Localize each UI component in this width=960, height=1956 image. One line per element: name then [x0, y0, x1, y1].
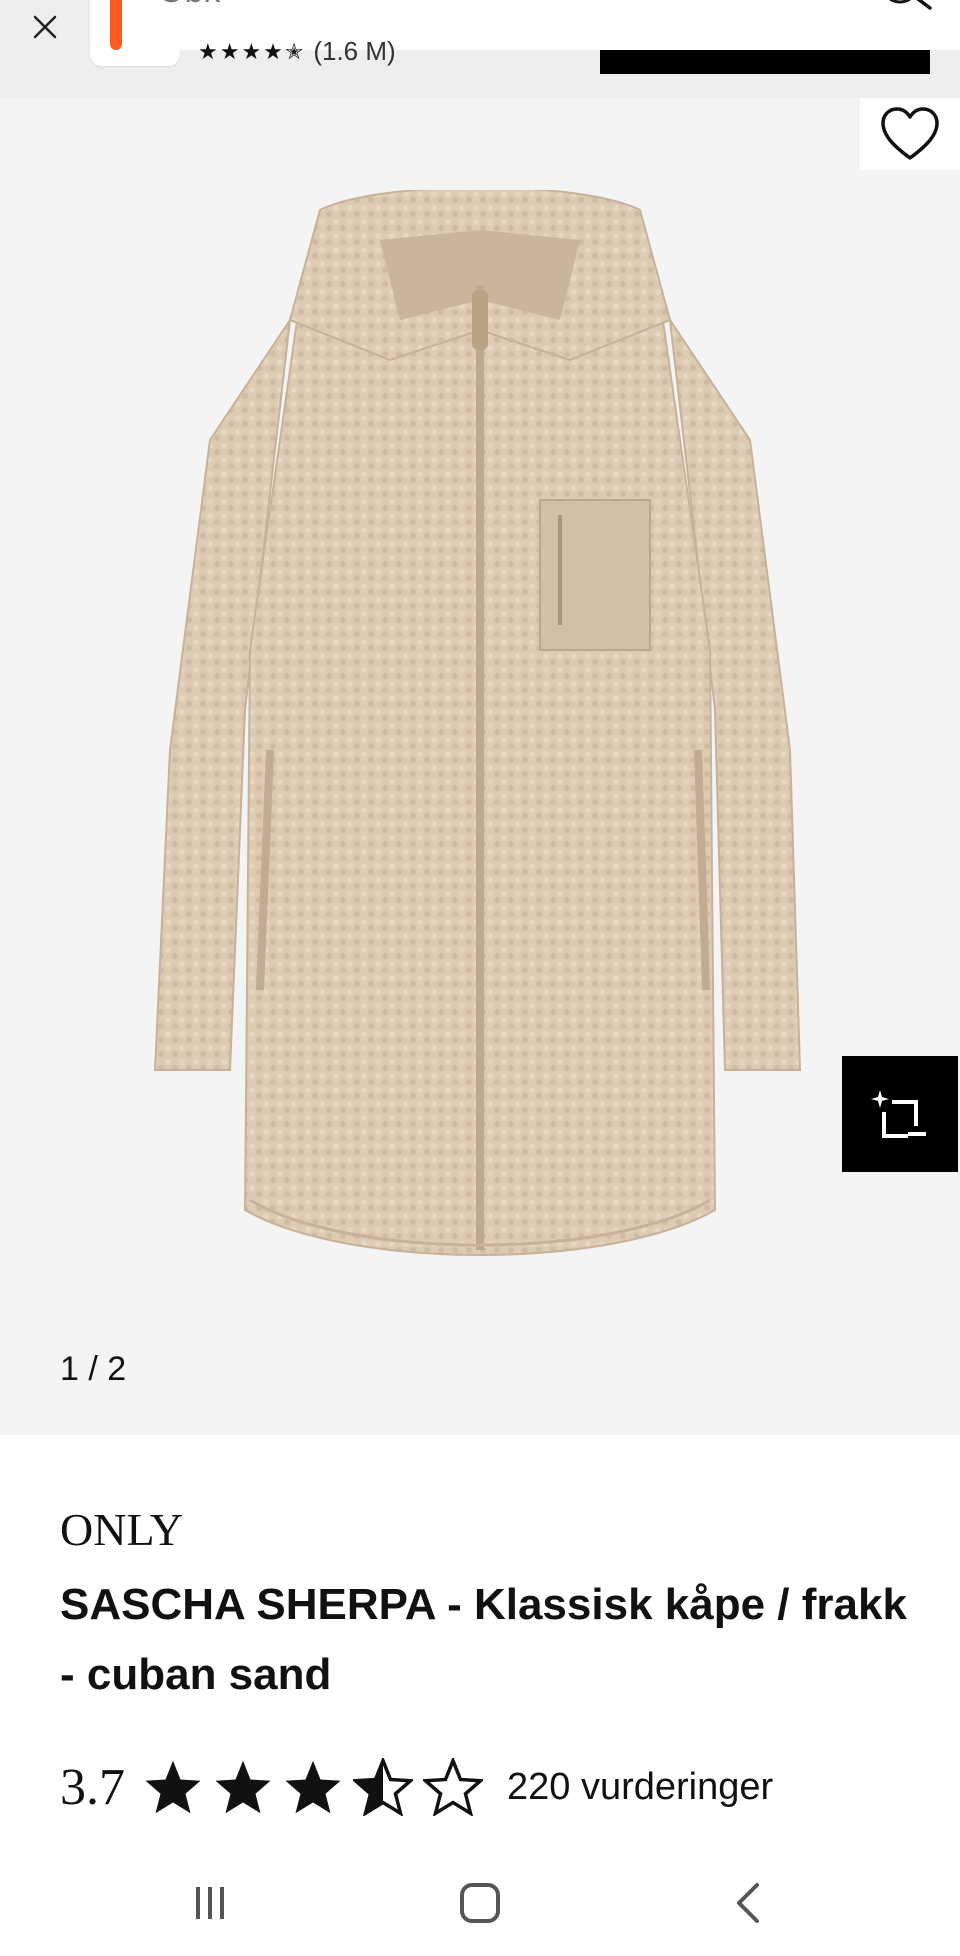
star-empty-icon	[423, 1758, 483, 1816]
camera-search-icon	[871, 1090, 926, 1138]
top-app-bar: Obk ★★★★✭ (1.6 M)	[0, 0, 960, 98]
close-button[interactable]	[22, 4, 68, 50]
app-logo	[110, 0, 122, 50]
star-half-icon	[353, 1758, 413, 1816]
search-text: Obk	[158, 0, 220, 11]
visual-search-button[interactable]	[842, 1056, 958, 1172]
image-counter: 1 / 2	[60, 1350, 127, 1388]
favorite-button[interactable]	[860, 98, 960, 170]
recents-icon	[196, 1887, 224, 1919]
star-full-icon	[145, 1760, 201, 1814]
product-page: Obk ★★★★✭ (1.6 M)	[0, 0, 960, 1956]
install-button[interactable]	[600, 50, 930, 74]
rating-count[interactable]: 220 vurderinger	[507, 1766, 773, 1809]
heart-icon	[881, 107, 939, 160]
product-image[interactable]	[150, 190, 810, 1300]
search-icon[interactable]	[878, 0, 938, 16]
star-full-icon	[285, 1760, 341, 1814]
recents-button[interactable]	[170, 1868, 250, 1938]
home-button[interactable]	[440, 1868, 520, 1938]
star-full-icon	[215, 1760, 271, 1814]
home-icon	[460, 1883, 500, 1923]
product-title: SASCHA SHERPA - Klassisk kåpe / frakk - …	[60, 1580, 907, 1699]
app-rating: ★★★★✭ (1.6 M)	[198, 36, 396, 67]
app-rating-count: (1.6 M)	[313, 36, 396, 66]
rating-value: 3.7	[60, 1758, 125, 1816]
back-button[interactable]	[708, 1868, 788, 1938]
close-icon	[33, 15, 57, 39]
product-gallery[interactable]: 1 / 2	[0, 98, 960, 1435]
mini-stars-icon: ★★★★✭	[198, 38, 306, 64]
back-icon	[737, 1883, 759, 1923]
rating-summary[interactable]: 3.7 220 vurderinger	[60, 1752, 773, 1822]
brand-name[interactable]: ONLY	[60, 1503, 183, 1556]
system-nav-bar	[0, 1850, 960, 1956]
rating-stars	[143, 1758, 483, 1816]
